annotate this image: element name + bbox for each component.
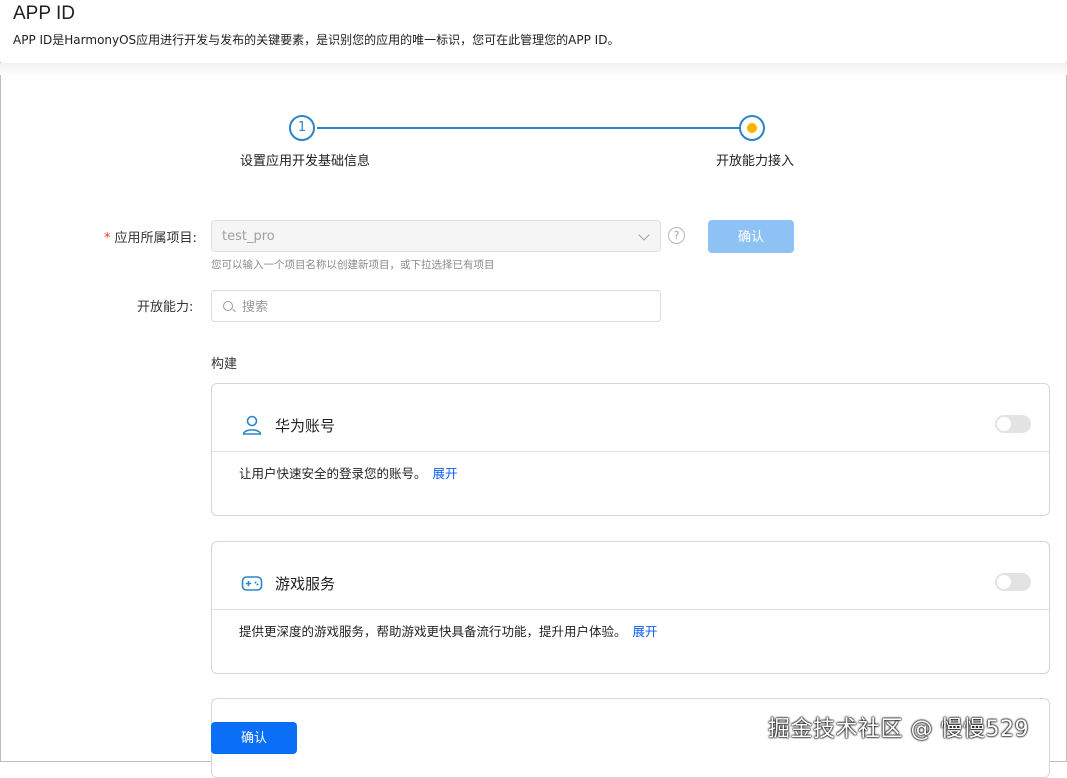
- project-confirm-button[interactable]: 确认: [708, 220, 794, 253]
- help-icon[interactable]: ?: [668, 227, 685, 244]
- service-card-game-service: 游戏服务 提供更深度的游戏服务，帮助游戏更快具备流行功能，提升用户体验。 展开: [211, 541, 1050, 674]
- project-label: * 应用所属项目:: [104, 227, 197, 246]
- card-description-text: 提供更深度的游戏服务，帮助游戏更快具备流行功能，提升用户体验。: [239, 624, 627, 639]
- expand-link[interactable]: 展开: [433, 466, 458, 481]
- project-label-text: 应用所属项目:: [114, 231, 197, 246]
- step-2-label: 开放能力接入: [716, 154, 795, 169]
- service-card-huawei-account: 华为账号 让用户快速安全的登录您的账号。 展开: [211, 383, 1050, 516]
- gamepad-icon: [241, 576, 263, 591]
- service-toggle[interactable]: [995, 573, 1031, 591]
- section-title: 构建: [211, 357, 238, 372]
- card-title: 游戏服务: [275, 575, 336, 593]
- toggle-knob: [997, 575, 1011, 589]
- required-mark: *: [104, 231, 111, 246]
- search-input[interactable]: [240, 297, 644, 317]
- project-select[interactable]: test_pro: [211, 220, 661, 252]
- step-2-active-dot: [747, 123, 757, 133]
- user-icon: [242, 415, 262, 435]
- watermark: 掘金技术社区 @ 慢慢529: [768, 717, 1029, 742]
- card-description-text: 让用户快速安全的登录您的账号。: [239, 466, 427, 481]
- ability-search[interactable]: [211, 290, 661, 322]
- step-1-number: 1: [297, 120, 307, 135]
- header-divider: [0, 63, 1067, 75]
- card-header: 游戏服务: [212, 542, 1049, 610]
- page-description: APP ID是HarmonyOS应用进行开发与发布的关键要素，是识别您的应用的唯…: [13, 33, 620, 47]
- step-2-circle: [739, 115, 765, 141]
- step-1-label: 设置应用开发基础信息: [240, 154, 371, 169]
- page-header: APP ID APP ID是HarmonyOS应用进行开发与发布的关键要素，是识…: [0, 0, 1067, 62]
- service-toggle[interactable]: [995, 415, 1031, 433]
- toggle-knob: [997, 417, 1011, 431]
- card-title: 华为账号: [275, 417, 336, 435]
- ability-label: 开放能力:: [137, 300, 194, 315]
- project-select-value: test_pro: [222, 229, 275, 244]
- card-header: 华为账号: [212, 384, 1049, 452]
- expand-link[interactable]: 展开: [633, 624, 658, 639]
- step-1-circle: 1: [289, 115, 315, 141]
- project-hint: 您可以输入一个项目名称以创建新项目，或下拉选择已有项目: [211, 259, 495, 271]
- search-icon: [223, 301, 233, 311]
- stepper-line: [317, 127, 740, 129]
- card-description: 让用户快速安全的登录您的账号。 展开: [239, 463, 458, 482]
- confirm-button[interactable]: 确认: [211, 722, 297, 754]
- page-title: APP ID: [13, 3, 75, 24]
- card-description: 提供更深度的游戏服务，帮助游戏更快具备流行功能，提升用户体验。 展开: [239, 621, 658, 640]
- chevron-down-icon: [638, 229, 650, 241]
